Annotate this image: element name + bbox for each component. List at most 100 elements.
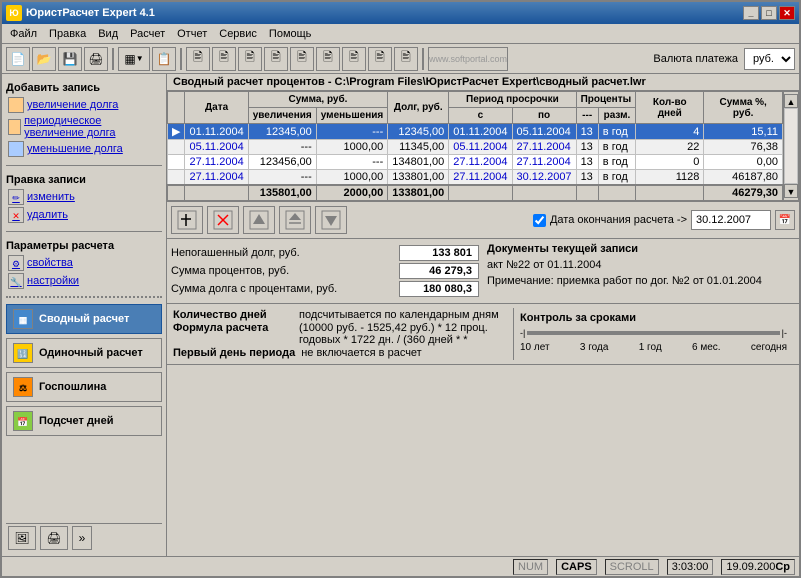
left-panel-more-btn[interactable]: »	[72, 526, 92, 550]
menu-edit[interactable]: Правка	[43, 26, 92, 42]
action-btn-up2[interactable]	[279, 206, 311, 234]
panel-item-settings[interactable]: 🔧 настройки	[6, 272, 162, 290]
row-period-from: 27.11.2004	[449, 155, 512, 170]
action-btn-add[interactable]	[171, 206, 203, 234]
row-days: 22	[636, 140, 704, 155]
th-decrease: уменьшения	[316, 108, 388, 124]
left-panel: Добавить запись увеличение долга периоди…	[2, 74, 167, 556]
panel-item-periodic[interactable]: периодическое увеличение долга	[6, 114, 162, 140]
table-row[interactable]: 27.11.2004 123456,00 --- 134801,00 27.11…	[168, 155, 783, 170]
table-row[interactable]: 05.11.2004 --- 1000,00 11345,00 05.11.20…	[168, 140, 783, 155]
footer-decrease: 2000,00	[316, 185, 388, 201]
status-value-0: подсчитывается по календарным дням	[299, 309, 499, 321]
debt-row: Непогашенный долг, руб. 133 801	[171, 245, 479, 261]
menu-view[interactable]: Вид	[92, 26, 124, 42]
panel-item-props[interactable]: ⚙ свойства	[6, 254, 162, 272]
row-decrease: 1000,00	[316, 140, 388, 155]
table-header-row: Дата Сумма, руб. Долг, руб. Период проср…	[168, 92, 783, 108]
main-table: Дата Сумма, руб. Долг, руб. Период проср…	[167, 91, 783, 201]
menu-service[interactable]: Сервис	[213, 26, 263, 42]
scroll-up[interactable]: ▲	[784, 94, 798, 108]
decrease-icon	[8, 141, 24, 157]
left-panel-img-btn1[interactable]: 🖼	[8, 526, 36, 550]
row-arrow	[168, 170, 185, 186]
action-btn-down[interactable]	[315, 206, 347, 234]
currency-select[interactable]: руб.	[744, 48, 795, 70]
deadline-label-2: 1 год	[639, 342, 662, 353]
row-sum-pct: 0,00	[704, 155, 783, 170]
toolbar-open[interactable]: 📂	[32, 47, 56, 71]
deadline-label-4: сегодня	[751, 342, 787, 353]
nav-btn-single[interactable]: 🔢 Одиночный расчет	[6, 338, 162, 368]
row-pct: 13	[576, 170, 598, 186]
maximize-button[interactable]: □	[761, 6, 777, 20]
action-btn-delete[interactable]	[207, 206, 239, 234]
toolbar-btn9[interactable]: 🖹	[238, 47, 262, 71]
fee-icon: ⚖	[13, 377, 33, 397]
footer-increase: 135801,00	[248, 185, 316, 201]
nav-btn-fee[interactable]: ⚖ Госпошлина	[6, 372, 162, 402]
toolbar-btn10[interactable]: 🖹	[264, 47, 288, 71]
date-checkbox[interactable]	[533, 214, 546, 227]
menu-file[interactable]: Файл	[4, 26, 43, 42]
menu-help[interactable]: Помощь	[263, 26, 318, 42]
calc-icon: 🔢	[13, 343, 33, 363]
row-days: 0	[636, 155, 704, 170]
date-input[interactable]	[691, 210, 771, 230]
right-panel: Сводный расчет процентов - C:\Program Fi…	[167, 74, 799, 556]
row-sum-pct: 76,38	[704, 140, 783, 155]
menu-calc[interactable]: Расчет	[124, 26, 171, 42]
row-date: 27.11.2004	[185, 155, 248, 170]
nav-btn-days[interactable]: 📅 Подсчет дней	[6, 406, 162, 436]
toolbar-btn6[interactable]: 📋	[152, 47, 176, 71]
row-arrow	[168, 155, 185, 170]
window-title: ЮристРасчет Expert 4.1	[26, 7, 155, 19]
toolbar-btn7[interactable]: 🖹	[186, 47, 210, 71]
calendar-button[interactable]: 📅	[775, 210, 795, 230]
minimize-button[interactable]: _	[743, 6, 759, 20]
row-debt: 11345,00	[388, 140, 449, 155]
toolbar-btn14[interactable]: 🖹	[368, 47, 392, 71]
panel-item-increase[interactable]: увеличение долга	[6, 96, 162, 114]
th-increase: увеличения	[248, 108, 316, 124]
toolbar-save[interactable]: 💾	[58, 47, 82, 71]
th-sum-rub: Сумма, руб.	[248, 92, 388, 108]
table-scrollbar[interactable]: ▲ ▼	[783, 91, 799, 201]
toolbar-btn5[interactable]: ▦▼	[118, 47, 150, 71]
percent-row: Сумма процентов, руб. 46 279,3	[171, 263, 479, 279]
status-value-2: не включается в расчет	[301, 347, 422, 359]
deadline-title: Контроль за сроками	[520, 312, 787, 324]
row-date: 01.11.2004	[185, 124, 248, 140]
toolbar-new[interactable]: 📄	[6, 47, 30, 71]
toolbar-btn13[interactable]: 🖹	[342, 47, 366, 71]
toolbar-btn15[interactable]: 🖹	[394, 47, 418, 71]
panel-item-edit[interactable]: ✏ изменить	[6, 188, 162, 206]
th-pct-razm: разм.	[598, 108, 635, 124]
total-value: 180 080,3	[399, 281, 479, 297]
move-down-icon	[321, 210, 341, 230]
toolbar-btn11[interactable]: 🖹	[290, 47, 314, 71]
add-grid-icon	[177, 210, 197, 230]
menu-report[interactable]: Отчет	[171, 26, 213, 42]
toolbar-btn8[interactable]: 🖹	[212, 47, 236, 71]
row-increase: 123456,00	[248, 155, 316, 170]
titlebar-buttons: _ □ ✕	[743, 6, 795, 20]
nav-btn-summary[interactable]: ▦ Сводный расчет	[6, 304, 162, 334]
summary-left: Непогашенный долг, руб. 133 801 Сумма пр…	[171, 243, 479, 299]
scroll-down[interactable]: ▼	[784, 184, 798, 198]
toolbar-btn12[interactable]: 🖹	[316, 47, 340, 71]
panel-item-delete[interactable]: ✕ удалить	[6, 206, 162, 224]
toolbar-print[interactable]: 🖨	[84, 47, 108, 71]
table-row[interactable]: 27.11.2004 --- 1000,00 133801,00 27.11.2…	[168, 170, 783, 186]
panel-item-decrease[interactable]: уменьшение долга	[6, 140, 162, 158]
table-row[interactable]: ▶ 01.11.2004 12345,00 --- 12345,00 01.11…	[168, 124, 783, 140]
close-button[interactable]: ✕	[779, 6, 795, 20]
row-decrease: 1000,00	[316, 170, 388, 186]
th-sum-pct: Сумма %, руб.	[704, 92, 783, 124]
action-btn-up1[interactable]	[243, 206, 275, 234]
status-label-1: Формула расчета	[173, 322, 293, 346]
delete-icon: ✕	[8, 207, 24, 223]
row-decrease: ---	[316, 155, 388, 170]
left-panel-img-btn2[interactable]: 🖨	[40, 526, 68, 550]
deadline-bar	[527, 331, 779, 335]
